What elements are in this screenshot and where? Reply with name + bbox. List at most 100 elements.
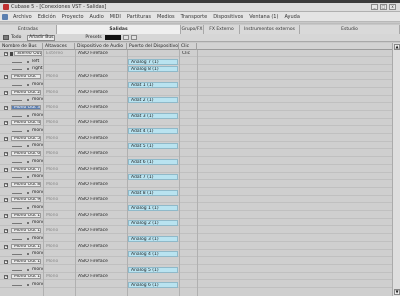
device-port-select[interactable]: Analog 7 (1) xyxy=(128,58,178,65)
bus-name-field[interactable]: Mono Out 12 xyxy=(11,243,41,249)
audio-device[interactable]: ASIO Fireface xyxy=(76,120,126,126)
bus-row[interactable]: − Mono Out 9 Mono ASIO Fireface xyxy=(0,197,392,204)
presets-dropdown[interactable] xyxy=(104,35,121,40)
device-port-select[interactable]: Adat 8 (1) xyxy=(128,189,178,196)
bus-row[interactable]: − Mono Out 2 Mono ASIO Fireface xyxy=(0,89,392,96)
tab-instrumentos-externos[interactable]: Instrumentos externos xyxy=(240,25,300,34)
channel-row[interactable]: mono Adat 7 (1) xyxy=(0,174,392,181)
bus-row[interactable]: − Stereo Out Estéreo ASIO Fireface Clic xyxy=(0,51,392,57)
minimize-button[interactable]: _ xyxy=(371,4,378,10)
audio-device[interactable]: ASIO Fireface xyxy=(76,244,126,250)
collapse-icon[interactable]: − xyxy=(4,90,8,95)
collapse-icon[interactable]: − xyxy=(4,75,8,80)
audio-device[interactable]: ASIO Fireface xyxy=(76,197,126,203)
audio-device[interactable]: ASIO Fireface xyxy=(76,167,126,173)
bus-name-field[interactable]: Mono Out 7 xyxy=(11,166,41,172)
expand-all-icon[interactable] xyxy=(3,35,9,40)
vertical-scrollbar[interactable]: ▲ ▼ xyxy=(392,43,400,296)
collapse-icon[interactable]: − xyxy=(4,213,8,218)
collapse-icon[interactable]: − xyxy=(4,244,8,249)
menu-midi[interactable]: MIDI xyxy=(107,14,124,20)
audio-device[interactable]: ASIO Fireface xyxy=(76,228,126,234)
channel-row[interactable]: mono Analog 5 (1) xyxy=(0,266,392,273)
device-port-select[interactable]: Analog 8 (1) xyxy=(128,66,178,73)
menu-edicion[interactable]: Edición xyxy=(35,14,59,20)
col-audio-device[interactable]: Dispositivo de Audio xyxy=(75,43,127,50)
bus-row[interactable]: − Mono Out Mono ASIO Fireface xyxy=(0,74,392,81)
tab-entradas[interactable]: Entradas xyxy=(0,25,57,34)
click-output[interactable]: Clic xyxy=(180,51,196,57)
channel-row[interactable]: mono Adat 5 (1) xyxy=(0,143,392,150)
bus-name-field[interactable]: Mono Out 5 xyxy=(11,135,41,141)
col-click[interactable]: Clic xyxy=(179,43,197,50)
tab-fx-externo[interactable]: FX Externo xyxy=(204,25,240,34)
audio-device[interactable]: ASIO Fireface xyxy=(76,74,126,80)
maximize-button[interactable]: □ xyxy=(380,4,387,10)
col-bus-name[interactable]: Nombre de Bus xyxy=(0,43,43,50)
bus-name-field[interactable]: Mono Out 4 xyxy=(11,120,41,126)
channel-row[interactable]: mono Analog 2 (1) xyxy=(0,220,392,227)
collapse-icon[interactable]: − xyxy=(4,198,8,203)
tab-grupo-fx[interactable]: Grupo/FX xyxy=(181,25,204,34)
channel-row[interactable]: left Analog 7 (1) xyxy=(0,58,392,65)
audio-device[interactable]: ASIO Fireface xyxy=(76,274,126,280)
bus-row[interactable]: − Mono Out 5 Mono ASIO Fireface xyxy=(0,135,392,142)
bus-name-field[interactable]: Mono Out 3 xyxy=(11,104,41,110)
channel-row[interactable]: mono Adat 6 (1) xyxy=(0,158,392,165)
menu-archivo[interactable]: Archivo xyxy=(10,14,35,20)
all-label[interactable]: Todo xyxy=(11,35,21,40)
bus-row[interactable]: − Mono Out 11 Mono ASIO Fireface xyxy=(0,228,392,235)
channel-row[interactable]: mono Adat 8 (1) xyxy=(0,189,392,196)
audio-device[interactable]: ASIO Fireface xyxy=(76,151,126,157)
bus-row[interactable]: − Mono Out 12 Mono ASIO Fireface xyxy=(0,243,392,250)
menu-ayuda[interactable]: Ayuda xyxy=(281,14,302,20)
scroll-down-button[interactable]: ▼ xyxy=(394,289,400,295)
bus-name-field[interactable]: Stereo Out xyxy=(14,51,42,56)
menu-proyecto[interactable]: Proyecto xyxy=(59,14,87,20)
document-window-icon[interactable] xyxy=(2,13,8,20)
bus-row[interactable]: − Mono Out 3 Mono ASIO Fireface xyxy=(0,104,392,111)
tab-salidas[interactable]: Salidas xyxy=(57,25,181,34)
channel-row[interactable]: right Analog 8 (1) xyxy=(0,66,392,73)
channel-row[interactable]: mono Analog 4 (1) xyxy=(0,251,392,258)
bus-name-field[interactable]: Mono Out 14 xyxy=(11,274,41,280)
channel-row[interactable]: mono Analog 3 (1) xyxy=(0,235,392,242)
device-port-select[interactable]: Analog 3 (1) xyxy=(128,235,178,242)
bus-name-field[interactable]: Mono Out 9 xyxy=(11,197,41,203)
audio-device[interactable]: ASIO Fireface xyxy=(76,259,126,265)
bus-row[interactable]: − Mono Out 14 Mono ASIO Fireface xyxy=(0,274,392,281)
delete-preset-button[interactable] xyxy=(130,35,137,40)
audio-device[interactable]: ASIO Fireface xyxy=(76,213,126,219)
channel-row[interactable]: mono Adat 1 (1) xyxy=(0,81,392,88)
collapse-icon[interactable]: − xyxy=(4,105,8,110)
bus-name-field[interactable]: Mono Out 11 xyxy=(11,228,41,234)
device-port-select[interactable]: Adat 7 (1) xyxy=(128,174,178,181)
collapse-icon[interactable]: − xyxy=(4,121,8,126)
device-port-select[interactable]: Analog 5 (1) xyxy=(128,266,178,273)
bus-row[interactable]: − Mono Out 10 Mono ASIO Fireface xyxy=(0,212,392,219)
bus-name-field[interactable]: Mono Out 10 xyxy=(11,212,41,218)
bus-name-field[interactable]: Mono Out xyxy=(11,74,41,80)
tab-estudio[interactable]: Estudio xyxy=(300,25,400,34)
collapse-icon[interactable]: − xyxy=(4,52,8,56)
save-preset-button[interactable] xyxy=(122,35,129,40)
device-port-select[interactable]: Adat 4 (1) xyxy=(128,128,178,134)
device-port-select[interactable]: Adat 2 (1) xyxy=(128,97,178,104)
audio-device[interactable]: ASIO Fireface xyxy=(76,136,126,142)
scroll-up-button[interactable]: ▲ xyxy=(394,44,400,50)
menu-medios[interactable]: Medios xyxy=(154,14,178,20)
collapse-icon[interactable]: − xyxy=(4,182,8,187)
device-port-select[interactable]: Analog 1 (1) xyxy=(128,205,178,211)
bus-name-field[interactable]: Mono Out 6 xyxy=(11,151,41,157)
menu-dispositivos[interactable]: Dispositivos xyxy=(210,14,246,20)
menu-ventana[interactable]: Ventana (1) xyxy=(246,14,281,20)
close-button[interactable]: x xyxy=(389,4,396,10)
col-speakers[interactable]: Altavoces xyxy=(43,43,75,50)
channel-row[interactable]: mono Adat 2 (1) xyxy=(0,97,392,104)
device-port-select[interactable]: Adat 5 (1) xyxy=(128,143,178,150)
menu-partituras[interactable]: Partituras xyxy=(124,14,154,20)
bus-row[interactable]: − Mono Out 13 Mono ASIO Fireface xyxy=(0,258,392,265)
audio-device[interactable]: ASIO Fireface xyxy=(76,90,126,96)
audio-device[interactable]: ASIO Fireface xyxy=(76,51,126,57)
bus-row[interactable]: − Mono Out 8 Mono ASIO Fireface xyxy=(0,181,392,188)
